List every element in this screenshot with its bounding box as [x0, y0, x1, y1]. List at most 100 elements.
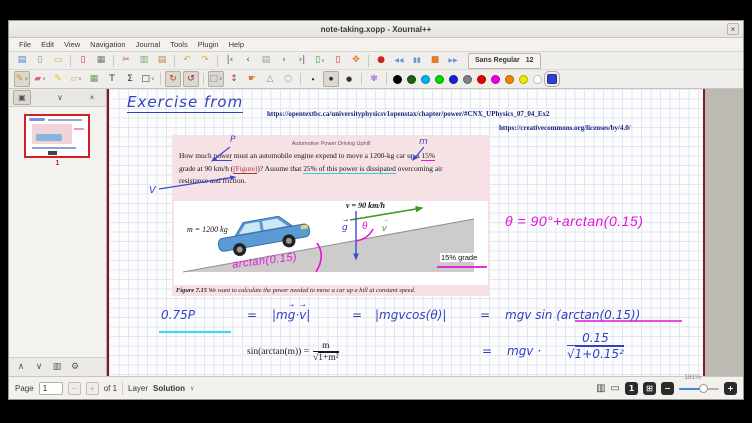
snap-rotation-button[interactable]: ↻ — [165, 71, 181, 87]
menu-file[interactable]: File — [15, 40, 35, 49]
fullscreen-button[interactable]: ✥ — [348, 53, 364, 69]
redo-button[interactable]: ↷ — [197, 53, 213, 69]
select-rect-button[interactable]: □∨ — [208, 71, 224, 87]
eraser-tool-button[interactable]: ▰∨ — [32, 71, 48, 87]
last-page-button[interactable]: ›| — [294, 53, 310, 69]
zoom-slider-knob[interactable] — [699, 384, 708, 393]
duplicate-icon: ▥ — [53, 363, 62, 372]
toolbar-separator — [174, 55, 175, 67]
first-page-button[interactable]: |‹ — [222, 53, 238, 69]
menu-navigation[interactable]: Navigation — [86, 40, 129, 49]
paste-button[interactable]: ▤ — [154, 53, 170, 69]
color-yellow[interactable] — [519, 75, 528, 84]
page-number-input[interactable] — [39, 382, 63, 395]
pen-tool-button[interactable]: ✎∨ — [14, 71, 30, 87]
shape-tool-button[interactable]: □∨ — [140, 71, 156, 87]
thickness-medium-button[interactable]: ● — [323, 71, 339, 87]
print-button[interactable]: ▦ — [93, 53, 109, 69]
open-folder-button[interactable]: ▭ — [50, 53, 66, 69]
zoom-slider[interactable]: 181% — [679, 382, 719, 395]
forward-button[interactable]: ▶▶ — [445, 53, 461, 69]
previous-page-button[interactable]: ‹ — [240, 53, 256, 69]
stop-button[interactable]: ■ — [427, 53, 443, 69]
presentation-mode-icon[interactable]: ▭ — [611, 383, 620, 394]
tex-tool-button[interactable]: Σ — [122, 71, 138, 87]
page-decrement-button[interactable]: − — [68, 382, 81, 395]
font-selector[interactable]: Sans Regular 12 — [468, 53, 541, 69]
export-pdf-button[interactable]: ▯ — [75, 53, 91, 69]
delete-page-button[interactable]: ▯ — [330, 53, 346, 69]
save-button[interactable]: ▤ — [14, 53, 30, 69]
chevron-down-icon[interactable]: ∨ — [51, 90, 69, 105]
layer-up-button[interactable]: ∧ — [13, 360, 29, 375]
zoom-in-icon[interactable]: + — [724, 382, 737, 395]
menu-plugin[interactable]: Plugin — [194, 40, 223, 49]
color-light-blue[interactable] — [421, 75, 430, 84]
dropdown-chevron-icon[interactable]: ∨ — [78, 76, 82, 82]
color-current[interactable] — [547, 74, 557, 84]
dropdown-chevron-icon[interactable]: ∨ — [151, 76, 155, 82]
color-red[interactable] — [477, 75, 486, 84]
color-gray[interactable] — [463, 75, 472, 84]
shape-recognizer-button[interactable]: ✾ — [366, 71, 382, 87]
snap-grid-button[interactable]: ↺ — [183, 71, 199, 87]
color-white[interactable] — [533, 75, 542, 84]
select-region-button[interactable]: ▱∨ — [68, 71, 84, 87]
new-document-button[interactable]: ▯ — [32, 53, 48, 69]
figure-link[interactable]: (Figure) — [233, 164, 257, 174]
duplicate-button[interactable]: ▥ — [49, 360, 65, 375]
select-rect-icon: □ — [209, 75, 218, 84]
color-green[interactable] — [435, 75, 444, 84]
zoom-out-icon[interactable]: − — [661, 382, 674, 395]
pause-button[interactable]: ▮▮ — [409, 53, 425, 69]
record-audio-button[interactable]: ● — [373, 53, 389, 69]
typeset-equation[interactable]: sin(arctan(m)) = m √1+m² — [247, 341, 339, 363]
menu-help[interactable]: Help — [225, 40, 248, 49]
layer-chevron-icon[interactable]: ∨ — [190, 385, 194, 392]
color-magenta[interactable] — [491, 75, 500, 84]
close-icon[interactable]: × — [727, 23, 739, 35]
undo-button[interactable]: ↶ — [179, 53, 195, 69]
menu-journal[interactable]: Journal — [132, 40, 165, 49]
next-page-button[interactable]: › — [276, 53, 292, 69]
insert-image-button[interactable]: ▦ — [86, 71, 102, 87]
dropdown-chevron-icon[interactable]: ∨ — [24, 76, 28, 82]
thickness-fine-button[interactable]: ● — [305, 71, 321, 87]
vertical-space-button[interactable]: ↕ — [226, 71, 242, 87]
menu-edit[interactable]: Edit — [37, 40, 58, 49]
color-blue[interactable] — [449, 75, 458, 84]
color-dark-green[interactable] — [407, 75, 416, 84]
thickness-thick-button[interactable]: ● — [341, 71, 357, 87]
dropdown-chevron-icon[interactable]: ∨ — [42, 76, 46, 82]
cut-button[interactable]: ✂ — [118, 53, 134, 69]
toolbar-main: ▤▯▭▯▦✂▥▤↶↷|‹‹▤››|▯∨▯✥●◀◀▮▮■▶▶ Sans Regul… — [9, 52, 743, 70]
menu-view[interactable]: View — [60, 40, 84, 49]
page-spinner-button[interactable]: ▤ — [258, 53, 274, 69]
dual-page-icon[interactable]: ▥ — [596, 383, 605, 394]
layer-value[interactable]: Solution — [153, 384, 185, 393]
zoom-fit-icon[interactable]: ⊞ — [643, 382, 656, 395]
compass-tool-button[interactable]: ○ — [280, 71, 296, 87]
page-thumbnail[interactable] — [24, 114, 90, 158]
document-page[interactable]: Exercise from https://opentextbc.ca/univ… — [107, 89, 705, 376]
dropdown-chevron-icon[interactable]: ∨ — [219, 76, 223, 82]
highlighter-tool-icon: ✎ — [54, 75, 62, 84]
copy-button[interactable]: ▥ — [136, 53, 152, 69]
preview-pane-icon[interactable]: ▣ — [13, 90, 31, 105]
highlighter-tool-button[interactable]: ✎ — [50, 71, 66, 87]
color-orange[interactable] — [505, 75, 514, 84]
menu-tools[interactable]: Tools — [166, 40, 192, 49]
rewind-button[interactable]: ◀◀ — [391, 53, 407, 69]
select-object-button[interactable]: △ — [262, 71, 278, 87]
hand-tool-button[interactable]: ☛ — [244, 71, 260, 87]
text-tool-button[interactable]: T — [104, 71, 120, 87]
settings-gear-button[interactable]: ⚙ — [67, 360, 83, 375]
dropdown-chevron-icon[interactable]: ∨ — [321, 58, 325, 64]
layer-down-button[interactable]: ∨ — [31, 360, 47, 375]
sidebar-close-icon[interactable]: × — [83, 90, 101, 105]
color-black[interactable] — [393, 75, 402, 84]
page-increment-button[interactable]: + — [86, 382, 99, 395]
new-page-button[interactable]: ▯∨ — [312, 53, 328, 69]
sidebar-header: ▣ ∨ × — [9, 89, 106, 107]
zoom-100-icon[interactable]: 1 — [625, 382, 638, 395]
